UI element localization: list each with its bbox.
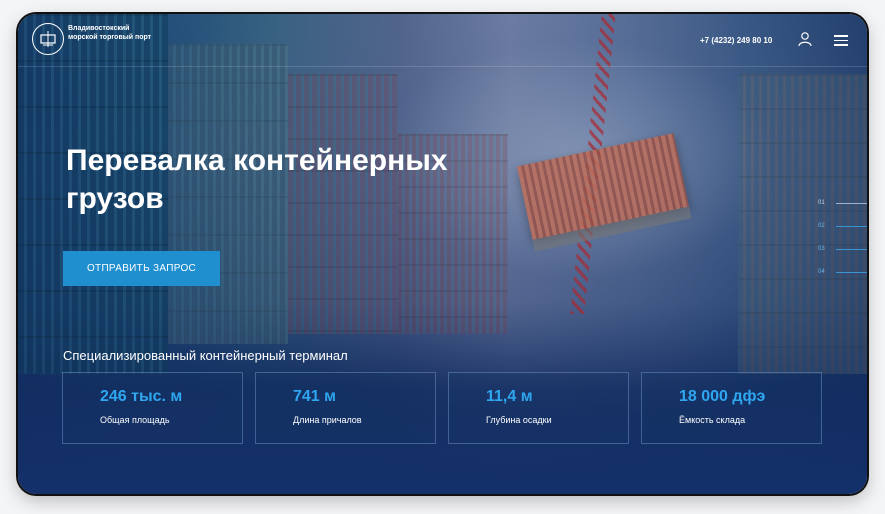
slide-indicator[interactable]: 03 — [808, 246, 867, 269]
slide-number: 01 — [818, 200, 825, 206]
slide-indicator[interactable]: 04 — [808, 269, 867, 292]
slide-number: 03 — [818, 246, 825, 252]
page-title: Перевалка контейнерных грузов — [66, 144, 448, 215]
stat-label: Глубина осадки — [486, 415, 552, 425]
stat-value: 11,4 м — [486, 388, 533, 405]
port-logo-icon[interactable] — [32, 23, 64, 55]
logo-text[interactable]: Владивостокский морской торговый порт — [68, 25, 158, 42]
stat-value: 18 000 дфэ — [679, 388, 766, 405]
slide-line — [836, 272, 867, 273]
stat-card-berth: 741 м Длина причалов — [255, 372, 436, 444]
stat-label: Общая площадь — [100, 415, 170, 425]
slide-line — [836, 226, 867, 227]
slide-indicator[interactable]: 01 — [808, 200, 867, 223]
slide-pagination: 01 02 03 04 — [808, 200, 867, 292]
stat-label: Ёмкость склада — [679, 415, 746, 425]
slide-number: 02 — [818, 223, 825, 229]
stat-card-area: 246 тыс. м Общая площадь — [62, 372, 243, 444]
stat-card-capacity: 18 000 дфэ Ёмкость склада — [641, 372, 822, 444]
stat-value: 741 м — [293, 388, 336, 405]
site-header: Владивостокский морской торговый порт +7… — [18, 14, 867, 67]
stat-label: Длина причалов — [293, 415, 362, 425]
terminal-subtitle: Специализированный контейнерный терминал — [63, 348, 348, 363]
hero-screen: Владивостокский морской торговый порт +7… — [18, 14, 867, 494]
slide-number: 04 — [818, 269, 825, 275]
stat-card-draft: 11,4 м Глубина осадки — [448, 372, 629, 444]
user-icon[interactable] — [798, 31, 812, 47]
stats-row: 246 тыс. м Общая площадь 741 м Длина при… — [62, 372, 822, 444]
slide-line — [836, 203, 867, 204]
send-request-button[interactable]: ОТПРАВИТЬ ЗАПРОС — [63, 251, 220, 286]
stat-value: 246 тыс. м — [100, 388, 183, 405]
slide-line — [836, 249, 867, 250]
hanging-container — [516, 133, 690, 240]
menu-icon[interactable] — [834, 35, 848, 46]
slide-indicator[interactable]: 02 — [808, 223, 867, 246]
phone-link[interactable]: +7 (4232) 249 80 10 — [700, 36, 772, 45]
